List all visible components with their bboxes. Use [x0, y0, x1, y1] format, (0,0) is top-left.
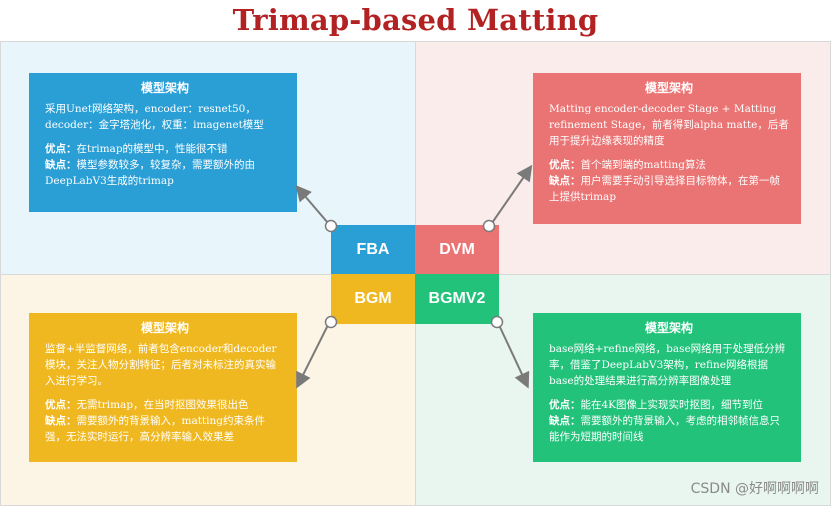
watermark: CSDN @好啊啊啊啊 — [690, 481, 819, 497]
connector-bgmv2 — [490, 315, 530, 389]
connector-fba — [295, 184, 338, 233]
connector-dot-dvm — [482, 219, 496, 233]
arrow-bgm — [296, 324, 329, 389]
connector-dvm — [482, 164, 533, 233]
connector-dot-bgmv2 — [490, 315, 504, 329]
connector-dot-fba — [324, 219, 338, 233]
connector-bgm — [296, 315, 338, 389]
arrow-dvm — [491, 164, 533, 224]
arrow-fba — [295, 184, 329, 224]
connector-layer — [295, 164, 533, 389]
arrow-bgmv2 — [498, 324, 530, 389]
connector-dot-bgm — [324, 315, 338, 329]
